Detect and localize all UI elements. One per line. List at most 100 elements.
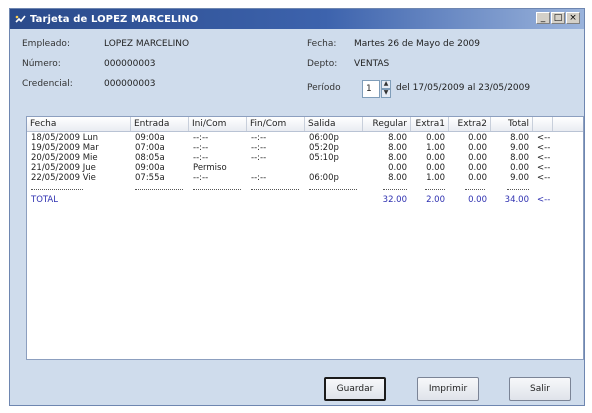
fecha-value: Martes 26 de Mayo de 2009 bbox=[354, 39, 481, 49]
cell-extra2: 0.00 bbox=[468, 143, 487, 153]
periodo-range: del 17/05/2009 al 23/05/2009 bbox=[396, 83, 531, 93]
separator bbox=[193, 189, 241, 190]
cell-marker: <-- bbox=[537, 153, 551, 163]
cell-ini-com: --:-- bbox=[193, 143, 209, 153]
cell-fecha: 19/05/2009 Mar bbox=[31, 143, 99, 153]
guardar-button[interactable]: Guardar bbox=[324, 377, 386, 401]
cell-entrada: 09:00a bbox=[135, 163, 165, 173]
cell-entrada: 07:00a bbox=[135, 143, 165, 153]
col-fin-com[interactable]: Fin/Com bbox=[247, 117, 305, 131]
col-salida[interactable]: Salida bbox=[305, 117, 363, 131]
cell-regular: 8.00 bbox=[388, 153, 407, 163]
numero-value: 000000003 bbox=[104, 59, 156, 69]
separator bbox=[309, 189, 357, 190]
cell-marker: <-- bbox=[537, 163, 551, 173]
col-total[interactable]: Total bbox=[491, 117, 533, 131]
credencial-label: Credencial: bbox=[22, 79, 73, 89]
cell-total: 8.00 bbox=[510, 133, 529, 143]
total-marker: <-- bbox=[537, 195, 551, 205]
cell-extra2: 0.00 bbox=[468, 153, 487, 163]
imprimir-button[interactable]: Imprimir bbox=[417, 377, 479, 401]
minimize-button[interactable]: _ bbox=[536, 12, 550, 24]
empleado-value: LOPEZ MARCELINO bbox=[104, 39, 190, 49]
numero-label: Número: bbox=[22, 59, 61, 69]
cell-regular: 0.00 bbox=[388, 163, 407, 173]
col-marker bbox=[533, 117, 553, 131]
cell-entrada: 08:05a bbox=[135, 153, 165, 163]
cell-total: 9.00 bbox=[510, 173, 529, 183]
stepper-down-icon[interactable]: ▼ bbox=[381, 89, 391, 98]
cell-ini-com: --:-- bbox=[193, 133, 209, 143]
cell-extra2: 0.00 bbox=[468, 133, 487, 143]
cell-total: 0.00 bbox=[510, 163, 529, 173]
cell-fecha: 20/05/2009 Mie bbox=[31, 153, 98, 163]
fecha-label: Fecha: bbox=[307, 39, 337, 49]
cell-marker: <-- bbox=[537, 133, 551, 143]
cell-salida: 06:00p bbox=[309, 173, 339, 183]
cell-marker: <-- bbox=[537, 143, 551, 153]
total-label: TOTAL bbox=[31, 195, 58, 205]
salir-button[interactable]: Salir bbox=[509, 377, 571, 401]
title-bar[interactable]: Tarjeta de LOPEZ MARCELINO _ □ × bbox=[10, 9, 584, 29]
maximize-button[interactable]: □ bbox=[551, 12, 565, 24]
window-title: Tarjeta de LOPEZ MARCELINO bbox=[30, 13, 199, 25]
periodo-label: Período bbox=[307, 83, 341, 93]
total-extra2: 0.00 bbox=[468, 195, 487, 205]
table-header: Fecha Entrada Ini/Com Fin/Com Salida Reg… bbox=[27, 117, 583, 132]
cell-fecha: 22/05/2009 Vie bbox=[31, 173, 96, 183]
depto-label: Depto: bbox=[307, 59, 338, 69]
cell-fin-com: --:-- bbox=[251, 133, 267, 143]
cell-ini-com: --:-- bbox=[193, 153, 209, 163]
cell-entrada: 09:00a bbox=[135, 133, 165, 143]
cell-regular: 8.00 bbox=[388, 133, 407, 143]
credencial-value: 000000003 bbox=[104, 79, 156, 89]
separator bbox=[507, 189, 529, 190]
cell-extra2: 0.00 bbox=[468, 163, 487, 173]
depto-value: VENTAS bbox=[354, 59, 390, 69]
separator bbox=[31, 189, 83, 190]
separator bbox=[251, 189, 299, 190]
col-extra2[interactable]: Extra2 bbox=[449, 117, 491, 131]
separator bbox=[383, 189, 407, 190]
total-regular: 32.00 bbox=[382, 195, 407, 205]
cell-extra1: 1.00 bbox=[426, 173, 445, 183]
cell-marker: <-- bbox=[537, 173, 551, 183]
stepper-up-icon[interactable]: ▲ bbox=[381, 80, 391, 89]
col-fecha[interactable]: Fecha bbox=[27, 117, 131, 131]
separator bbox=[135, 189, 183, 190]
separator bbox=[425, 189, 445, 190]
cell-salida: 05:10p bbox=[309, 153, 339, 163]
cell-extra2: 0.00 bbox=[468, 173, 487, 183]
cell-extra1: 0.00 bbox=[426, 163, 445, 173]
cell-regular: 8.00 bbox=[388, 173, 407, 183]
cell-fin-com: --:-- bbox=[251, 173, 267, 183]
cell-ini-com: --:-- bbox=[193, 173, 209, 183]
periodo-input[interactable]: 1 bbox=[362, 80, 380, 98]
cell-salida: 06:00p bbox=[309, 133, 339, 143]
cell-salida: 05:20p bbox=[309, 143, 339, 153]
col-regular[interactable]: Regular bbox=[363, 117, 411, 131]
cell-total: 8.00 bbox=[510, 153, 529, 163]
cell-extra1: 0.00 bbox=[426, 153, 445, 163]
cell-fecha: 18/05/2009 Lun bbox=[31, 133, 99, 143]
col-extra1[interactable]: Extra1 bbox=[411, 117, 449, 131]
total-extra1: 2.00 bbox=[426, 195, 445, 205]
cell-fin-com: --:-- bbox=[251, 153, 267, 163]
cell-entrada: 07:55a bbox=[135, 173, 165, 183]
cell-fecha: 21/05/2009 Jue bbox=[31, 163, 96, 173]
col-entrada[interactable]: Entrada bbox=[131, 117, 189, 131]
total-total: 34.00 bbox=[504, 195, 529, 205]
col-ini-com[interactable]: Ini/Com bbox=[189, 117, 247, 131]
cell-regular: 8.00 bbox=[388, 143, 407, 153]
cell-ini-com: Permiso bbox=[193, 163, 227, 173]
timecard-table[interactable]: Fecha Entrada Ini/Com Fin/Com Salida Reg… bbox=[26, 116, 584, 360]
cell-extra1: 1.00 bbox=[426, 143, 445, 153]
periodo-stepper[interactable]: 1 ▲ ▼ bbox=[362, 80, 392, 98]
cell-total: 9.00 bbox=[510, 143, 529, 153]
separator bbox=[465, 189, 485, 190]
empleado-label: Empleado: bbox=[22, 39, 70, 49]
close-button[interactable]: × bbox=[566, 12, 580, 24]
cell-extra1: 0.00 bbox=[426, 133, 445, 143]
timecard-window: Tarjeta de LOPEZ MARCELINO _ □ × Emplead… bbox=[9, 8, 585, 406]
app-icon bbox=[15, 15, 26, 23]
